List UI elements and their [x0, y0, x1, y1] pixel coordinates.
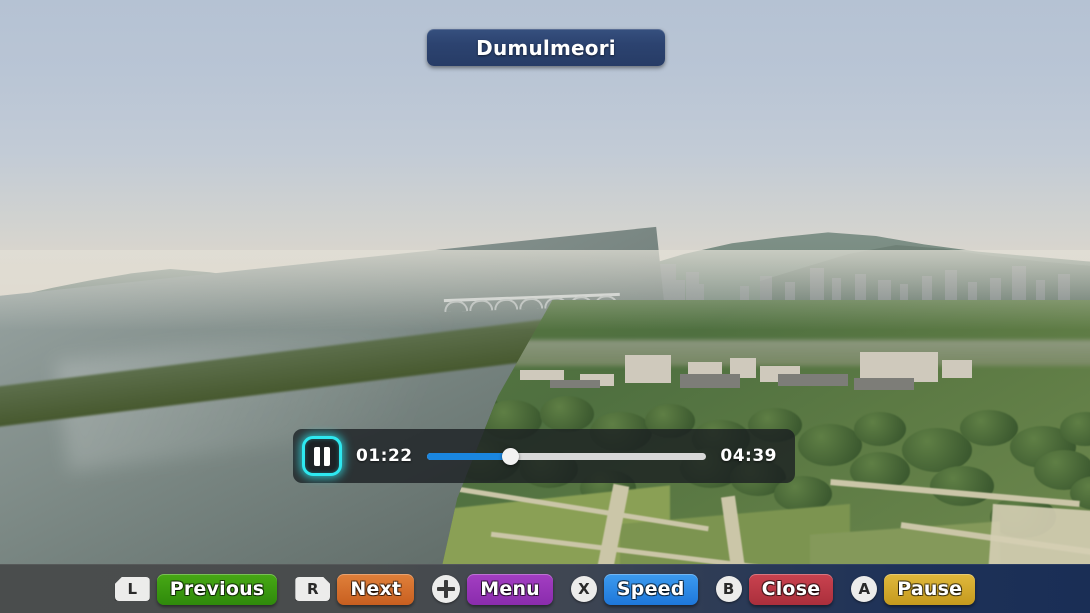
tree-cluster — [540, 396, 594, 432]
tree-cluster — [798, 424, 862, 466]
button-pair-next[interactable]: R Next — [295, 573, 415, 605]
pause-icon[interactable] — [302, 436, 342, 476]
tree-cluster — [930, 466, 994, 506]
building — [625, 355, 671, 383]
button-badge-b-icon: B — [715, 576, 742, 602]
building — [942, 360, 972, 378]
action-button-speed[interactable]: Speed — [603, 573, 698, 605]
title-text: Dumulmeori — [476, 35, 616, 60]
video-frame[interactable] — [0, 0, 1090, 613]
building — [778, 374, 848, 386]
action-button-next[interactable]: Next — [337, 573, 415, 605]
shoulder-badge-l-icon: L — [114, 577, 150, 601]
tree-cluster — [854, 412, 906, 446]
bridge-arch — [518, 297, 544, 310]
button-pair-menu[interactable]: Menu — [432, 573, 553, 605]
button-badge-x-icon: X — [570, 576, 597, 602]
progress-bar-track[interactable] — [426, 447, 707, 465]
title-plate: Dumulmeori — [427, 29, 665, 66]
action-button-pause[interactable]: Pause — [884, 573, 976, 605]
action-button-close[interactable]: Close — [748, 573, 834, 605]
skyline-building — [1058, 274, 1070, 304]
building — [680, 374, 740, 388]
skyline-building — [760, 276, 772, 304]
total-time-label: 04:39 — [720, 446, 777, 466]
skyline-building — [922, 276, 932, 304]
button-pair-previous[interactable]: L Previous — [114, 573, 278, 605]
bridge-arch — [443, 300, 469, 313]
building — [854, 378, 914, 390]
current-time-label: 01:22 — [356, 446, 413, 466]
progress-bar-fill — [426, 452, 511, 460]
bridge-arch — [468, 299, 494, 312]
action-button-previous[interactable]: Previous — [156, 573, 278, 605]
skyline-building — [810, 268, 824, 304]
tree-cluster — [960, 410, 1018, 446]
pause-bar-right — [324, 446, 330, 466]
bridge-arch — [493, 298, 519, 311]
bottom-button-bar: L Previous R Next Menu X Speed B Close A Pause — [0, 564, 1090, 613]
button-badge-a-icon: A — [851, 576, 878, 602]
grass-band — [430, 340, 1090, 366]
skyline-building — [855, 274, 866, 304]
skyline-building — [945, 270, 957, 304]
building — [550, 380, 600, 388]
button-pair-speed[interactable]: X Speed — [570, 573, 698, 605]
skyline-building — [1012, 266, 1026, 304]
button-pair-close[interactable]: B Close — [715, 573, 834, 605]
shoulder-badge-r-icon: R — [295, 577, 330, 601]
progress-bar-thumb[interactable] — [502, 447, 520, 465]
action-button-menu[interactable]: Menu — [467, 573, 553, 605]
pause-bar-left — [314, 446, 320, 466]
building — [520, 370, 564, 380]
button-pair-pause[interactable]: A Pause — [851, 573, 976, 605]
dpad-plus-icon — [432, 575, 461, 603]
video-player-screen: Dumulmeori 01:22 04:39 L Previous R Next Men… — [0, 0, 1090, 613]
distant-city-skyline — [600, 250, 1090, 304]
player-controls[interactable]: 01:22 04:39 — [293, 429, 795, 483]
